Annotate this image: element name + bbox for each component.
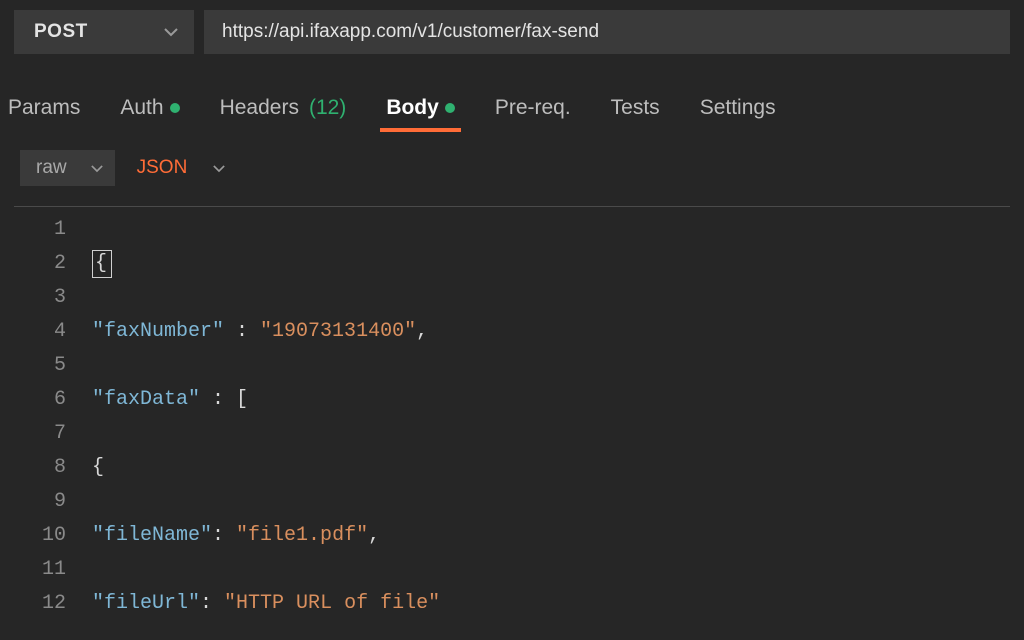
request-bar: POST https://api.ifaxapp.com/v1/customer…	[0, 0, 1024, 64]
request-url-text: https://api.ifaxapp.com/v1/customer/fax-…	[222, 21, 599, 43]
tab-params[interactable]: Params	[4, 90, 84, 130]
tab-headers[interactable]: Headers (12)	[216, 90, 351, 130]
json-key: "faxNumber"	[92, 315, 224, 349]
json-string: "HTTP URL of file"	[224, 587, 440, 621]
json-string: "file1.pdf"	[236, 519, 368, 553]
line-number: 1	[14, 213, 66, 247]
line-number: 11	[14, 553, 66, 587]
code-content[interactable]: { "faxNumber" : "19073131400", "faxData"…	[84, 213, 1010, 640]
tab-settings-label: Settings	[700, 96, 776, 120]
line-number: 9	[14, 485, 66, 519]
body-language-select[interactable]: JSON	[137, 157, 226, 179]
chevron-down-icon	[213, 164, 225, 173]
chevron-down-icon	[164, 27, 178, 37]
tab-params-label: Params	[8, 96, 80, 120]
http-method-select[interactable]: POST	[14, 10, 194, 54]
tab-body-label: Body	[386, 96, 439, 120]
json-key: "fileName"	[92, 519, 212, 553]
tab-settings[interactable]: Settings	[696, 90, 780, 130]
request-url-input[interactable]: https://api.ifaxapp.com/v1/customer/fax-…	[204, 10, 1010, 54]
body-mode-select[interactable]: raw	[20, 150, 115, 186]
line-number: 7	[14, 417, 66, 451]
line-number: 12	[14, 587, 66, 621]
tab-auth[interactable]: Auth	[116, 90, 183, 130]
json-key: "fileUrl"	[92, 587, 200, 621]
http-method-value: POST	[34, 21, 88, 43]
line-number: 10	[14, 519, 66, 553]
tab-auth-label: Auth	[120, 96, 163, 120]
request-tabs: Params Auth Headers (12) Body Pre-req. T…	[0, 64, 1024, 130]
line-number: 4	[14, 315, 66, 349]
line-number: 3	[14, 281, 66, 315]
body-subbar: raw JSON	[0, 130, 1024, 200]
json-key: "faxData"	[92, 383, 200, 417]
cursor-icon: {	[92, 250, 112, 278]
line-number: 2	[14, 247, 66, 281]
code-editor-inner: 1 2 3 4 5 6 7 8 9 10 11 12 { "faxNumber"…	[14, 207, 1010, 640]
tab-headers-label: Headers	[220, 96, 299, 120]
tab-tests-label: Tests	[611, 96, 660, 120]
status-dot-icon	[170, 103, 180, 113]
line-number: 8	[14, 451, 66, 485]
tab-prereq-label: Pre-req.	[495, 96, 571, 120]
tab-body[interactable]: Body	[382, 90, 459, 130]
body-mode-value: raw	[36, 157, 67, 179]
chevron-down-icon	[91, 164, 103, 173]
headers-count: (12)	[309, 96, 346, 120]
tab-prereq[interactable]: Pre-req.	[491, 90, 575, 130]
line-number: 5	[14, 349, 66, 383]
json-string: "19073131400"	[260, 315, 416, 349]
line-number: 6	[14, 383, 66, 417]
tab-tests[interactable]: Tests	[607, 90, 664, 130]
line-number-gutter: 1 2 3 4 5 6 7 8 9 10 11 12	[14, 213, 84, 640]
body-language-value: JSON	[137, 157, 188, 179]
status-dot-icon	[445, 103, 455, 113]
code-editor[interactable]: 1 2 3 4 5 6 7 8 9 10 11 12 { "faxNumber"…	[14, 206, 1010, 640]
